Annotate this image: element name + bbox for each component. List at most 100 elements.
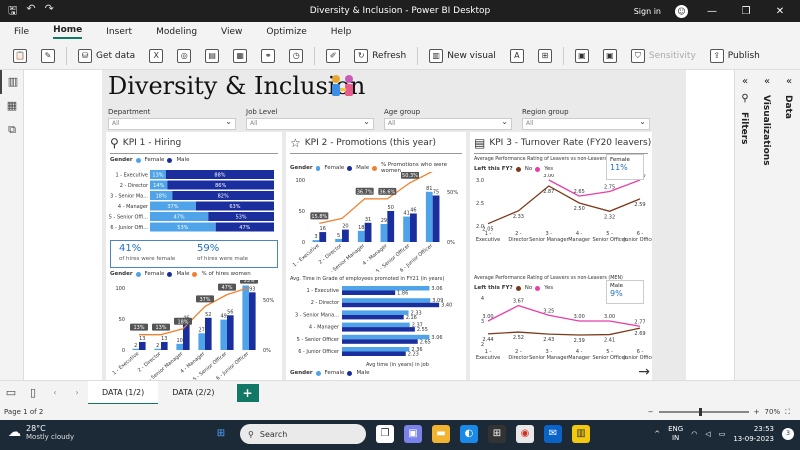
chevron-left-icon[interactable]: « [757,76,777,87]
undo-icon[interactable]: ↶ [26,2,35,21]
chevron-up-icon[interactable]: ^ [654,430,660,438]
female-value-label: 41 [403,211,409,217]
quick-measure-button[interactable]: ▣ [600,48,620,63]
chevron-left-icon[interactable]: « [779,76,799,87]
store-icon[interactable]: ⊞ [488,425,506,443]
refresh-button[interactable]: ↻ Refresh [351,48,409,63]
table-view-icon[interactable]: ▦ [0,94,24,118]
turnover-men-chart[interactable]: 2341 -Executive2 -Director3 -Senior Mana… [470,292,652,374]
x-tick-label: Senior Manager [529,355,569,361]
x-tick-label: Executive [476,237,500,243]
zoom-slider[interactable] [658,408,749,416]
data-pane[interactable]: « Data [779,76,799,119]
text-box-button[interactable]: A [507,48,527,63]
model-view-icon[interactable]: ⧉ [0,118,24,142]
minimize-icon[interactable]: — [702,6,722,17]
teams-icon[interactable]: ▣ [404,425,422,443]
report-view-icon[interactable]: ▥ [0,70,24,94]
battery-icon[interactable]: ▭ [719,430,726,438]
tab-data-2[interactable]: DATA (2/2) [158,381,228,405]
powerbi-icon[interactable]: ▥ [572,425,590,443]
taskbar-search[interactable]: ⚲ Search [240,424,366,444]
slicer-dropdown[interactable]: All [384,117,512,130]
value-label: 3.67 [513,299,524,305]
arrow-right-icon[interactable]: → [638,364,650,380]
new-measure-button[interactable]: ▣ [572,48,592,63]
sign-in-link[interactable]: Sign in [634,7,661,16]
sensitivity-button[interactable]: ⛉ Sensitivity [628,48,699,63]
paste-button[interactable]: 📋 [10,48,30,63]
chrome-icon[interactable]: ◉ [516,425,534,443]
tab-prev-icon[interactable]: ‹ [44,388,66,397]
hiring-share-chart[interactable]: 1 - Executive 13% 88% 2 - Director 14% 86% 3 -… [106,168,282,236]
zoom-out-icon[interactable]: − [648,408,654,416]
slicer-dropdown[interactable]: All [108,117,236,130]
get-data-button[interactable]: ⛁ Get data [75,48,138,63]
onelake-button[interactable]: ◎ [174,48,194,63]
sql-button[interactable]: ▤ [202,48,222,63]
desktop-layout-icon[interactable]: ▭ [0,386,22,399]
time-in-grade-chart[interactable]: 1 - Executive 3.061.862 - Director 3.093.4… [286,284,466,362]
format-painter-button[interactable]: ✎ [38,48,58,63]
wifi-icon[interactable]: ◠ [691,430,697,438]
weather-widget[interactable]: ☁ 28°C Mostly cloudy [8,424,74,441]
close-icon[interactable]: ✕ [770,6,790,17]
volume-icon[interactable]: ◁ [705,430,710,438]
visualizations-pane[interactable]: « Visualizations [757,76,777,166]
female-bar [342,322,410,328]
tab-data-1[interactable]: DATA (1/2) [88,380,159,405]
edge-icon[interactable]: ◐ [460,425,478,443]
promotions-chart[interactable]: 0501000%50%3161 - Executive5202 - Direct… [286,172,466,272]
menu-insert[interactable]: Insert [106,27,132,37]
menu-help[interactable]: Help [331,27,352,37]
category-label: 3 - Senior Mana... [295,312,339,318]
turnover-women-chart[interactable]: 2.02.53.01 -Executive2 -Director3 -Senio… [470,174,652,256]
slicer-job-level[interactable]: Job Level All [246,108,374,130]
chevron-left-icon[interactable]: « [735,76,755,87]
restore-icon[interactable]: ❐ [736,6,756,17]
male-column [249,292,256,350]
menu-view[interactable]: View [221,27,242,37]
file-explorer-icon[interactable]: ▬ [432,425,450,443]
slicer-department[interactable]: Department All [108,108,236,130]
language-indicator[interactable]: ENG IN [668,425,683,443]
recent-sources-button[interactable]: ◷ [286,48,306,63]
redo-icon[interactable]: ↷ [45,2,54,21]
mobile-layout-icon[interactable]: ▯ [22,386,44,399]
legend-no: No [524,285,533,291]
y-tick-label: 4 [481,296,484,302]
female-bar [342,334,430,340]
add-page-icon[interactable]: + [236,383,259,402]
clock[interactable]: 23:53 13-09-2023 [733,424,774,444]
header-divider [290,153,462,154]
save-icon[interactable]: 🖫 [8,2,17,21]
excel-button[interactable]: X [146,48,166,63]
taskbar-apps: ⊞ ⚲ Search ❐ ▣ ▬ ◐ ⊞ ◉ ✉ ▥ [212,424,590,444]
zoom-in-icon[interactable]: + [754,408,760,416]
tab-next-icon[interactable]: › [66,388,88,397]
windows-start-icon[interactable]: ⊞ [212,425,230,443]
account-icon[interactable]: ☺ [675,4,688,18]
slicer-dropdown[interactable]: All [522,117,650,130]
menu-file[interactable]: File [14,27,29,37]
hiring-counts-chart[interactable]: 0501000%50%2131 - Executive2132 - Direct… [106,280,282,380]
outlook-icon[interactable]: ✉ [544,425,562,443]
publish-button[interactable]: ⇪ Publish [707,48,763,63]
dataverse-button[interactable]: ⚭ [258,48,278,63]
menu-home[interactable]: Home [53,25,83,39]
slicer-age-group[interactable]: Age group All [384,108,512,130]
slicer-dropdown[interactable]: All [246,117,374,130]
zoom-slider-knob[interactable] [698,408,702,416]
fit-page-icon[interactable]: ⛶ [785,408,790,417]
transform-data-button[interactable]: ✐ [323,48,343,63]
category-label: 2 - Director [120,183,149,189]
slicer-region-group[interactable]: Region group All [522,108,650,130]
enter-data-button[interactable]: ▦ [230,48,250,63]
menu-modeling[interactable]: Modeling [156,27,197,37]
more-visuals-button[interactable]: ⊞ [535,48,555,63]
filters-pane[interactable]: « ⚲ Filters [735,76,755,145]
menu-optimize[interactable]: Optimize [266,27,306,37]
notification-badge[interactable]: 3 [782,428,794,440]
task-view-icon[interactable]: ❐ [376,425,394,443]
new-visual-button[interactable]: ▥ New visual [426,48,499,63]
